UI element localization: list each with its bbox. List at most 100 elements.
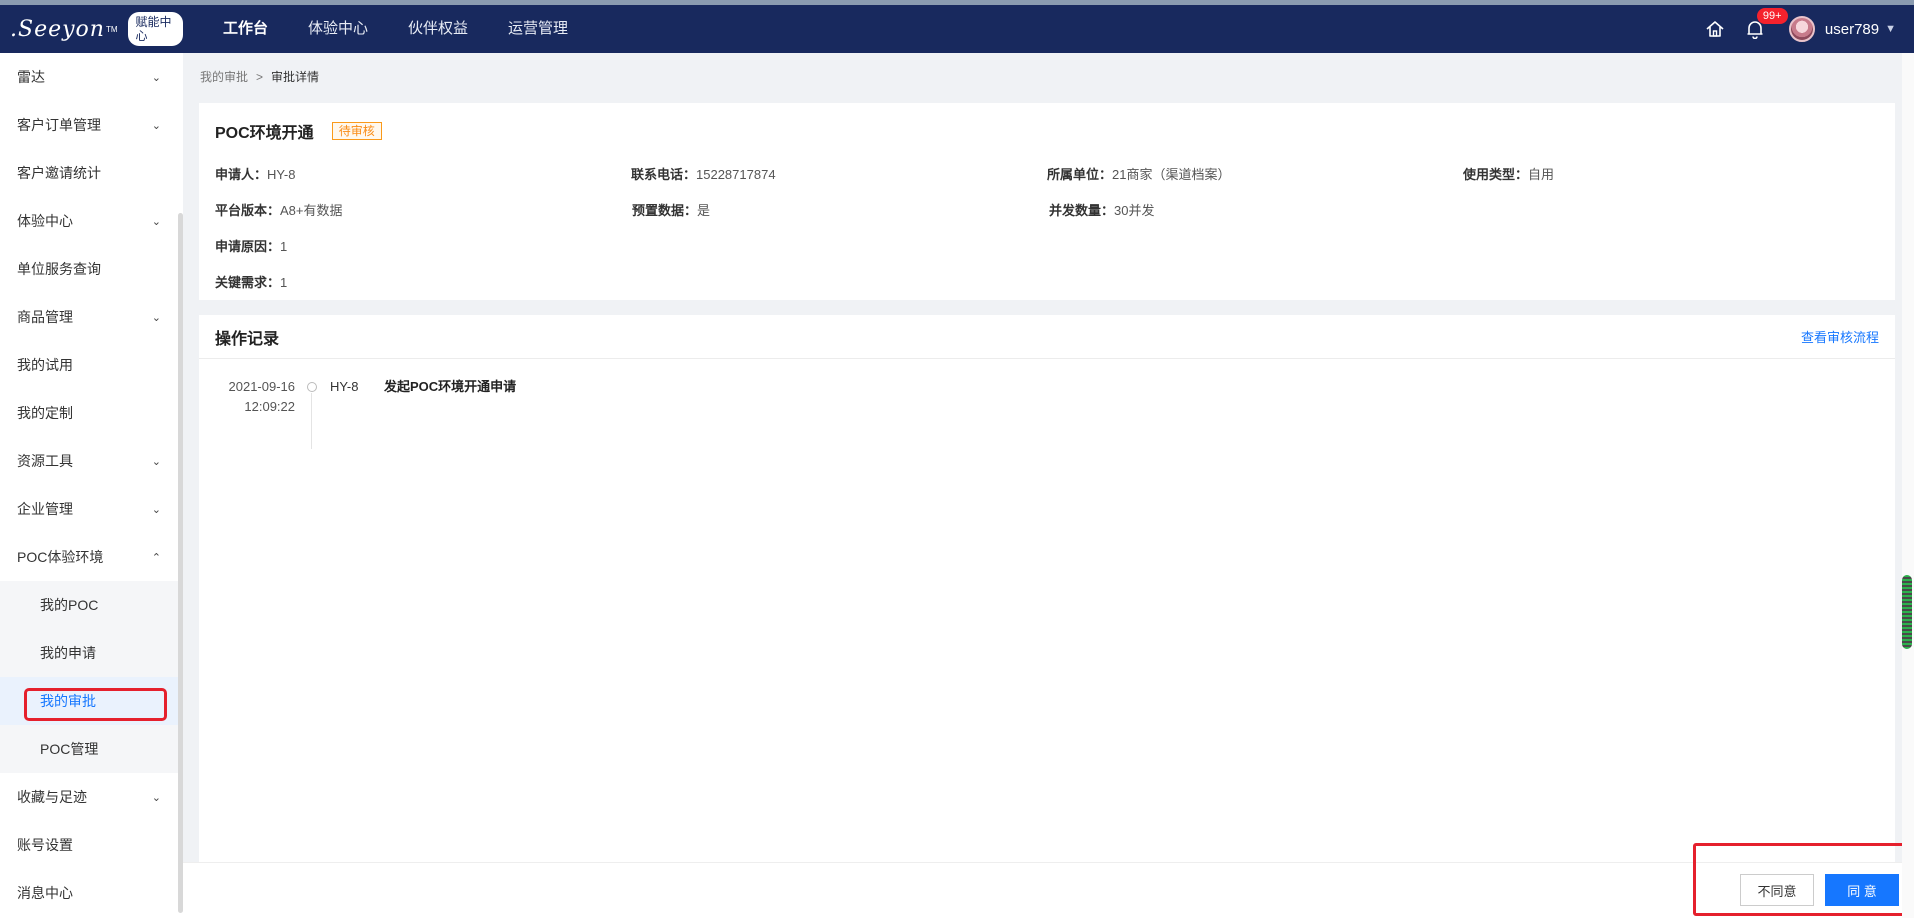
field-label: 所属单位： bbox=[1047, 166, 1113, 182]
detail-card: POC环境开通 待审核 申请人：HY-8 联系电话：15228717874 所属… bbox=[199, 103, 1895, 300]
sidebar-item-label: POC管理 bbox=[40, 741, 99, 757]
sidebar-item-radar[interactable]: 雷达 ⌄ bbox=[0, 53, 183, 101]
sidebar-item-label: 我的审批 bbox=[40, 693, 96, 709]
action-footer: 不同意 同 意 bbox=[183, 862, 1914, 918]
logo-trademark: TM bbox=[105, 24, 118, 34]
operation-records-card: 操作记录 查看审核流程 2021-09-16 12:09:22 HY-8 发起P… bbox=[199, 315, 1895, 918]
chevron-down-icon: ⌄ bbox=[151, 503, 161, 516]
avatar[interactable] bbox=[1788, 16, 1815, 42]
field-value: 是 bbox=[697, 202, 711, 218]
main-content: 我的审批 > 审批详情 POC环境开通 待审核 申请人：HY-8 联系电话：1522… bbox=[183, 53, 1914, 918]
logo-text: .Seeyon bbox=[10, 16, 105, 42]
field-label: 并发数量： bbox=[1049, 202, 1115, 218]
timeline-dot bbox=[307, 382, 317, 392]
sidebar-item-label: 消息中心 bbox=[17, 885, 73, 901]
sidebar-item-favorites[interactable]: 收藏与足迹 ⌄ bbox=[0, 773, 183, 821]
sidebar-item-poc-env[interactable]: POC体验环境 ⌃ bbox=[0, 533, 183, 581]
section-title: 操作记录 bbox=[215, 330, 280, 348]
field-label: 申请原因： bbox=[215, 238, 281, 254]
sidebar-item-my-custom[interactable]: 我的定制 bbox=[0, 389, 183, 437]
breadcrumb-parent[interactable]: 我的审批 bbox=[200, 70, 248, 84]
field-phone: 联系电话：15228717874 bbox=[631, 164, 1047, 183]
nav-workbench[interactable]: 工作台 bbox=[203, 5, 288, 53]
sidebar-subitem-my-applications[interactable]: 我的申请 bbox=[0, 629, 183, 677]
home-button[interactable] bbox=[1695, 5, 1735, 53]
sidebar-item-label: 我的定制 bbox=[17, 405, 73, 421]
field-value: HY-8 bbox=[267, 166, 296, 182]
field-value: 30并发 bbox=[1114, 202, 1155, 218]
chevron-down-icon[interactable]: ▼ bbox=[1885, 23, 1896, 35]
sidebar-subitem-my-poc[interactable]: 我的POC bbox=[0, 581, 183, 629]
field-value: 1 bbox=[280, 274, 288, 290]
record-user: HY-8 bbox=[330, 379, 359, 394]
page-title: POC环境开通 bbox=[215, 125, 314, 142]
record-time: 12:09:22 bbox=[244, 399, 295, 414]
sidebar-item-label: 账号设置 bbox=[17, 837, 73, 853]
view-approval-flow-link[interactable]: 查看审核流程 bbox=[1801, 327, 1879, 346]
page-scrollbar-thumb[interactable] bbox=[1902, 575, 1912, 649]
logo-badge: 赋能中心 bbox=[127, 12, 183, 46]
sidebar-subitem-my-approvals[interactable]: 我的审批 bbox=[0, 677, 183, 725]
field-unit: 所属单位：21商家（渠道档案） bbox=[1047, 164, 1463, 183]
top-header: .Seeyon TM 赋能中心 工作台 体验中心 伙伴权益 运营管理 99+ u… bbox=[0, 5, 1914, 53]
sidebar-subitem-poc-mgmt[interactable]: POC管理 bbox=[0, 725, 183, 773]
field-label: 联系电话： bbox=[631, 166, 697, 182]
sidebar-item-product-mgmt[interactable]: 商品管理 ⌄ bbox=[0, 293, 183, 341]
record-date: 2021-09-16 bbox=[228, 379, 296, 394]
breadcrumb-separator: > bbox=[256, 70, 264, 84]
breadcrumb-current: 审批详情 bbox=[271, 70, 320, 84]
username[interactable]: user789 bbox=[1825, 21, 1879, 38]
field-value: 自用 bbox=[1528, 166, 1555, 182]
info-grid: 申请人：HY-8 联系电话：15228717874 所属单位：21商家（渠道档案… bbox=[215, 155, 1879, 299]
sidebar-item-invite-stats[interactable]: 客户邀请统计 bbox=[0, 149, 183, 197]
sidebar-item-label: 收藏与足迹 bbox=[17, 789, 87, 805]
chevron-down-icon: ⌄ bbox=[151, 71, 161, 84]
field-label: 关键需求： bbox=[215, 274, 281, 290]
top-nav: 工作台 体验中心 伙伴权益 运营管理 bbox=[203, 5, 588, 53]
nav-operations[interactable]: 运营管理 bbox=[488, 5, 588, 53]
sidebar-item-label: 资源工具 bbox=[17, 453, 73, 469]
chevron-up-icon: ⌃ bbox=[151, 551, 161, 564]
notification-badge: 99+ bbox=[1756, 8, 1788, 24]
sidebar-item-enterprise-mgmt[interactable]: 企业管理 ⌄ bbox=[0, 485, 183, 533]
timeline-item: 2021-09-16 12:09:22 HY-8 发起POC环境开通申请 bbox=[199, 377, 799, 449]
field-preset: 预置数据：是 bbox=[632, 200, 1049, 219]
sidebar-item-customer-orders[interactable]: 客户订单管理 ⌄ bbox=[0, 101, 183, 149]
sidebar-item-resource-tools[interactable]: 资源工具 ⌄ bbox=[0, 437, 183, 485]
nav-partner-rights[interactable]: 伙伴权益 bbox=[388, 5, 488, 53]
field-label: 平台版本： bbox=[215, 202, 281, 218]
field-version: 平台版本：A8+有数据 bbox=[215, 200, 632, 219]
chevron-down-icon: ⌄ bbox=[151, 311, 161, 324]
sidebar-item-label: 客户订单管理 bbox=[17, 117, 101, 133]
record-action: 发起POC环境开通申请 bbox=[384, 379, 517, 394]
sidebar-item-unit-service[interactable]: 单位服务查询 bbox=[0, 245, 183, 293]
timeline-line bbox=[311, 393, 312, 449]
sidebar-item-label: 单位服务查询 bbox=[17, 261, 101, 277]
chevron-down-icon: ⌄ bbox=[151, 215, 161, 228]
sidebar-item-label: 体验中心 bbox=[17, 213, 73, 229]
sidebar-item-message-center[interactable]: 消息中心 bbox=[0, 869, 183, 917]
chevron-down-icon: ⌄ bbox=[151, 119, 161, 132]
reject-button[interactable]: 不同意 bbox=[1740, 874, 1814, 906]
logo[interactable]: .Seeyon TM 赋能中心 bbox=[0, 5, 183, 53]
sidebar: 雷达 ⌄ 客户订单管理 ⌄ 客户邀请统计 体验中心 ⌄ 单位服务查询 商品管理 ⌄ 我的… bbox=[0, 53, 183, 918]
field-value: 15228717874 bbox=[696, 166, 776, 182]
agree-button[interactable]: 同 意 bbox=[1825, 874, 1899, 906]
sidebar-item-label: 商品管理 bbox=[17, 309, 73, 325]
home-icon bbox=[1706, 21, 1724, 37]
field-usage: 使用类型：自用 bbox=[1463, 164, 1879, 183]
nav-experience-center[interactable]: 体验中心 bbox=[288, 5, 388, 53]
breadcrumb: 我的审批 > 审批详情 bbox=[183, 53, 1914, 101]
sidebar-item-experience-center[interactable]: 体验中心 ⌄ bbox=[0, 197, 183, 245]
field-value: 1 bbox=[280, 238, 288, 254]
sidebar-item-label: 雷达 bbox=[17, 69, 45, 85]
sidebar-item-label: 我的POC bbox=[40, 597, 99, 613]
field-label: 申请人： bbox=[215, 166, 268, 182]
chevron-down-icon: ⌄ bbox=[151, 455, 161, 468]
notification-button[interactable]: 99+ bbox=[1735, 5, 1788, 53]
page-scrollbar-track bbox=[1902, 53, 1914, 918]
field-applicant: 申请人：HY-8 bbox=[215, 164, 631, 183]
chevron-down-icon: ⌄ bbox=[151, 791, 161, 804]
sidebar-item-account-settings[interactable]: 账号设置 bbox=[0, 821, 183, 869]
sidebar-item-my-trial[interactable]: 我的试用 bbox=[0, 341, 183, 389]
